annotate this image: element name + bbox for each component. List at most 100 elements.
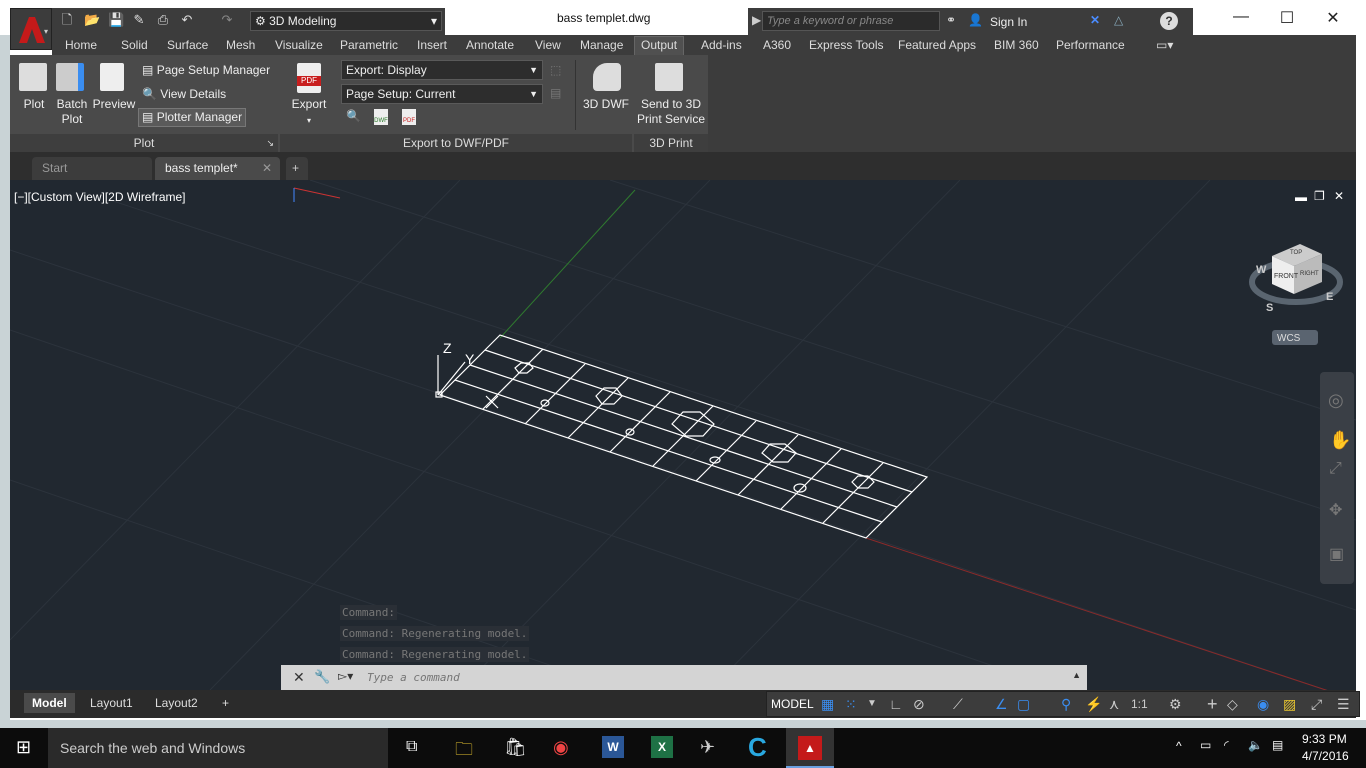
annotation-visibility-icon[interactable]: ⚲ [1061, 694, 1071, 714]
tab-insert[interactable]: Insert [417, 37, 447, 53]
taskbar-search-box[interactable]: Search the web and Windows [48, 728, 388, 768]
tab-bim-360[interactable]: BIM 360 [994, 37, 1039, 53]
page-setup-manager-button[interactable]: ▤ Page Setup Manager [142, 63, 270, 78]
application-menu-button[interactable]: ▾ [10, 8, 52, 50]
annotation-scale-dropdown[interactable]: 1:1 [1131, 694, 1148, 714]
windows-start-icon[interactable]: ⊞ [16, 737, 31, 758]
print-icon[interactable]: ⎙ [156, 13, 170, 27]
sign-in-button[interactable]: Sign In [990, 15, 1027, 29]
tab-home[interactable]: Home [65, 37, 97, 53]
command-history-toggle-icon[interactable]: ▲ [1072, 670, 1081, 680]
plot-button[interactable]: Plot [14, 97, 54, 112]
tab-add-ins[interactable]: Add-ins [701, 37, 742, 53]
tab-performance[interactable]: Performance [1056, 37, 1125, 53]
layout-tab-layout1[interactable]: Layout1 [82, 693, 141, 713]
tab-express-tools[interactable]: Express Tools [809, 37, 883, 53]
tab-solid[interactable]: Solid [121, 37, 148, 53]
customize-wrench-icon[interactable]: 🔧 [314, 669, 330, 685]
new-tab-button[interactable]: + [286, 157, 308, 180]
minimize-button[interactable]: — [1218, 8, 1264, 26]
select-window-icon[interactable]: ⬚ [550, 63, 561, 77]
page-setup-dropdown[interactable]: Page Setup: Current ▼ [341, 84, 543, 104]
viewcube-front[interactable]: FRONT [1274, 273, 1299, 280]
close-button[interactable]: ✕ [1310, 8, 1356, 28]
viewport-restore-icon[interactable]: ❐ [1314, 189, 1325, 203]
snap-icon[interactable]: ⁙ [845, 694, 857, 714]
exchange-icon[interactable]: ✕ [1090, 13, 1100, 27]
ribbon-options-icon[interactable]: ▭▾ [1156, 37, 1173, 53]
viewcube[interactable]: FRONT TOP RIGHT W S E [1249, 244, 1343, 314]
workspace-gear-icon[interactable]: ⚙ [1169, 694, 1182, 714]
tab-manage[interactable]: Manage [580, 37, 623, 53]
tab-surface[interactable]: Surface [167, 37, 208, 53]
viewport-controls-label[interactable]: [−][Custom View][2D Wireframe] [14, 190, 186, 204]
viewport-close-icon[interactable]: ✕ [1334, 189, 1344, 203]
tab-visualize[interactable]: Visualize [275, 37, 323, 53]
close-command-line-icon[interactable]: ✕ [293, 669, 305, 686]
app-icon[interactable]: ✈ [700, 737, 715, 758]
compass-s[interactable]: S [1266, 302, 1273, 314]
viewcube-right[interactable]: RIGHT [1300, 271, 1319, 277]
tab-parametric[interactable]: Parametric [340, 37, 398, 53]
page-setup-options-icon[interactable]: ▤ [550, 86, 561, 100]
annotation-scale-icon[interactable]: ⋏ [1109, 694, 1119, 714]
annotation-monitor-icon[interactable]: + [1207, 694, 1218, 714]
clock-date[interactable]: 4/7/2016 [1302, 749, 1349, 763]
tab-annotate[interactable]: Annotate [466, 37, 514, 53]
view-details-button[interactable]: 🔍 View Details [142, 87, 226, 102]
close-tab-icon[interactable]: ✕ [262, 157, 272, 179]
search-input[interactable]: Type a keyword or phrase [762, 11, 940, 31]
isolate-objects-icon[interactable]: ◇ [1227, 694, 1238, 714]
isodraft-icon[interactable]: ⟋ [953, 694, 963, 714]
store-icon[interactable]: 🛍 [504, 737, 527, 758]
clock-time[interactable]: 9:33 PM [1302, 732, 1347, 746]
export-button[interactable]: Export ▾ [288, 97, 330, 128]
compass-e[interactable]: E [1326, 291, 1333, 303]
volume-icon[interactable]: 🔈 [1248, 738, 1263, 752]
grid-icon[interactable]: ▦ [821, 694, 834, 714]
polar-tracking-icon[interactable]: ⊘ [913, 694, 925, 714]
command-input[interactable] [367, 668, 1067, 687]
command-prompt-icon[interactable]: ▻▾ [338, 669, 353, 683]
layout-tab-model[interactable]: Model [24, 693, 75, 713]
binoculars-icon[interactable]: ⚭ [946, 13, 956, 27]
auto-scale-icon[interactable]: ⚡ [1085, 694, 1102, 714]
battery-icon[interactable]: ▭ [1200, 738, 1211, 752]
save-as-icon[interactable]: ✎ [132, 13, 146, 27]
layout-tab-layout2[interactable]: Layout2 [147, 693, 206, 713]
fullscreen-icon[interactable]: ⤢ [1311, 694, 1322, 714]
file-explorer-icon[interactable]: 🗀 [455, 737, 473, 767]
chevron-down-icon[interactable]: ▼ [867, 694, 877, 714]
plotter-manager-button[interactable]: ▤ Plotter Manager [138, 108, 247, 127]
maximize-button[interactable]: ☐ [1264, 8, 1310, 28]
3d-dwf-button[interactable]: 3D DWF [580, 97, 632, 112]
steering-wheel-icon[interactable]: ◎ [1328, 390, 1344, 411]
action-center-icon[interactable]: ▤ [1272, 738, 1283, 752]
task-view-icon[interactable]: ⧉ [406, 738, 417, 756]
undo-icon[interactable]: ↶ [180, 13, 194, 27]
compass-w[interactable]: W [1256, 264, 1267, 276]
ortho-icon[interactable]: ∟ [889, 694, 903, 714]
hardware-acceleration-icon[interactable]: ◉ [1257, 694, 1269, 714]
orbit-icon[interactable]: ✥ [1329, 500, 1342, 520]
tab-mesh[interactable]: Mesh [226, 37, 255, 53]
export-dwf-icon[interactable]: DWF [374, 109, 388, 125]
preview-button[interactable]: Preview [92, 97, 136, 112]
tab-featured-apps[interactable]: Featured Apps [898, 37, 976, 53]
wifi-icon[interactable]: ◜ [1224, 738, 1229, 752]
viewcube-top[interactable]: TOP [1290, 250, 1302, 256]
file-tab-start[interactable]: Start [32, 157, 152, 180]
object-snap-icon[interactable]: ▢ [1017, 694, 1030, 714]
model-space-button[interactable]: MODEL [771, 694, 814, 714]
word-icon[interactable]: W [602, 736, 624, 758]
expand-icon[interactable]: ▶ [752, 13, 761, 27]
excel-icon[interactable]: X [651, 736, 673, 758]
save-icon[interactable]: 💾 [108, 13, 124, 27]
redo-icon[interactable]: ↷ [220, 13, 234, 27]
file-tab-bass-templet[interactable]: bass templet* ✕ [155, 157, 280, 180]
navigation-bar[interactable]: ◎ ✋ ⤢ ✥ ▣ [1320, 372, 1354, 584]
zoom-icon[interactable]: ⤢ [1329, 460, 1342, 478]
tab-output[interactable]: Output [634, 36, 685, 55]
object-snap-tracking-icon[interactable]: ∠ [995, 694, 1008, 714]
customization-menu-icon[interactable]: ☰ [1337, 694, 1350, 714]
